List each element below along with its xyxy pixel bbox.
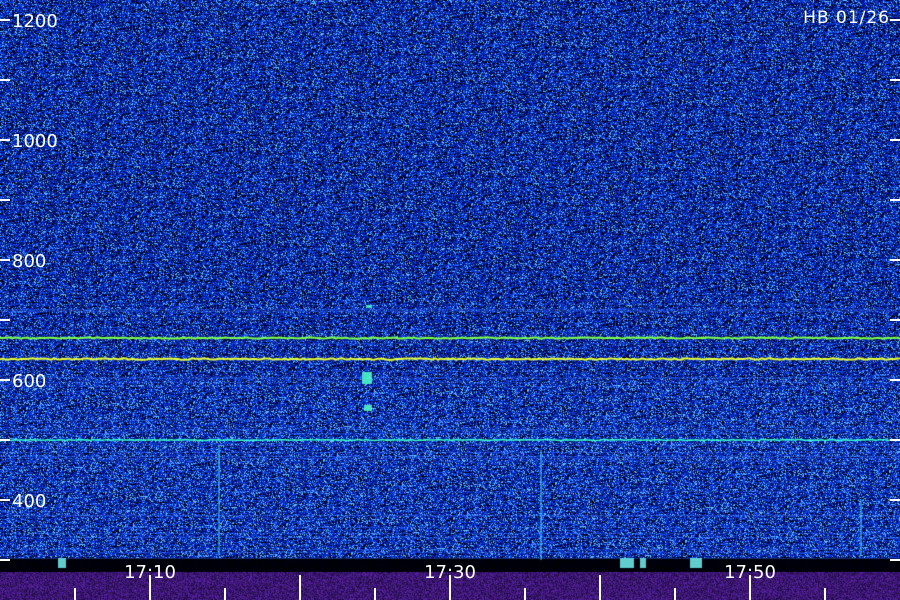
y-tick-label: 1000 — [12, 131, 58, 152]
y-axis: 1200 1000 800 600 400 — [0, 11, 900, 561]
x-tick-label: 17:10 — [124, 562, 176, 583]
x-tick-label: 17:30 — [424, 562, 476, 583]
corner-label: HB 01/26 — [803, 8, 890, 28]
chart-overlay: 1200 1000 800 600 400 17:10 17:30 17:50 HB 01/… — [0, 8, 900, 600]
spectrogram-chart: 1200 1000 800 600 400 17:10 17:30 17:50 HB 01/… — [0, 0, 900, 600]
y-tick-label: 800 — [12, 251, 46, 272]
y-tick-label: 400 — [12, 491, 46, 512]
y-tick-label: 600 — [12, 371, 46, 392]
y-tick-label: 1200 — [12, 11, 58, 32]
x-tick-label: 17:50 — [724, 562, 776, 583]
x-axis: 17:10 17:30 17:50 — [74, 562, 826, 600]
